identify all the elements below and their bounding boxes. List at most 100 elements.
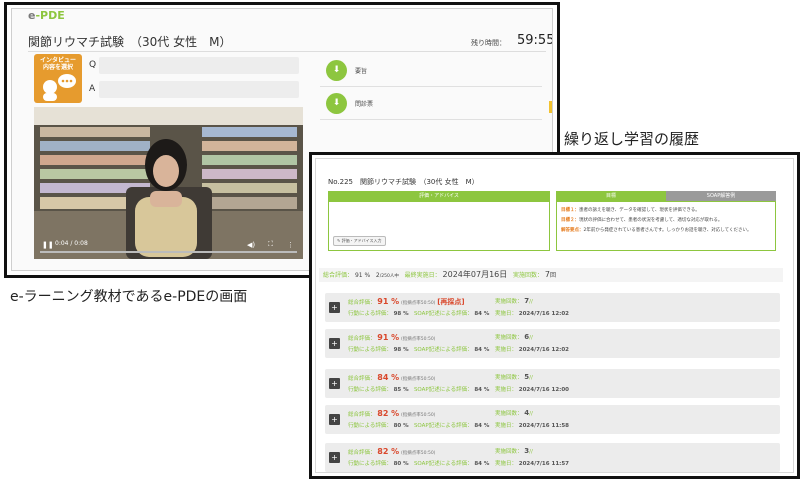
video-time: 0:04 / 0:08 xyxy=(55,240,88,247)
history-row-1: + 総合評価： 91 % (指摘点率50:50) [再採点] 行動による評価： … xyxy=(325,293,780,322)
row-date-value: 2024/7/16 12:02 xyxy=(518,311,569,317)
row-date: 実施日： 2024/7/16 11:57 xyxy=(495,459,569,467)
row-soap-value: 84 % xyxy=(474,387,490,393)
row-total-value: 91 % xyxy=(377,297,400,306)
row-flag: [再採点] xyxy=(437,298,465,306)
answer-field xyxy=(99,81,299,98)
row-action-value: 98 % xyxy=(393,311,409,317)
history-row-4: + 総合評価： 82 % (指摘点率50:50) 行動による評価： 80 % S… xyxy=(325,405,780,434)
expand-icon[interactable]: + xyxy=(329,414,340,425)
row-total-value: 82 % xyxy=(377,409,400,418)
row-date-value: 2024/7/16 11:58 xyxy=(518,423,569,429)
summary-rank-total: /250人中 xyxy=(379,274,399,279)
row-count: 実施回数： 5// xyxy=(495,373,533,381)
file-icon: ⬇ xyxy=(326,93,347,114)
row-soap-label: SOAP記述による評価： xyxy=(413,461,473,467)
divider xyxy=(28,51,546,52)
patient-video[interactable]: ❚❚ 0:04 / 0:08 ◀) ⛶ ⋮ xyxy=(34,107,303,259)
interview-select-button[interactable]: インタビュー 内容を選択 xyxy=(34,54,82,103)
tab-soap[interactable]: SOAP解答例 xyxy=(666,191,776,201)
row-count-suffix: // xyxy=(529,411,533,417)
history-screen: No.225 関節リウマチ試験 （30代 女性 M） 評価・アドバイス ✎ 評価… xyxy=(309,152,800,479)
row-line-2: 行動による評価： 98 % SOAP記述による評価： 84 % xyxy=(348,309,489,317)
a-label: A xyxy=(89,84,96,94)
summary-total-label: 総合評価： xyxy=(323,272,354,279)
file-item-questionnaire[interactable]: ⬇ 問診票 xyxy=(320,88,542,120)
row-soap-label: SOAP記述による評価： xyxy=(413,347,473,353)
interview-button-line2: 内容を選択 xyxy=(42,64,73,71)
row-soap-value: 84 % xyxy=(474,311,490,317)
row-soap-label: SOAP記述による評価： xyxy=(413,311,473,317)
row-count-suffix: // xyxy=(529,449,533,455)
advice-panel: ✎ 評価・アドバイス入力 xyxy=(328,201,550,251)
row-range: (指摘点率50:50) xyxy=(400,451,436,456)
file-label: 要旨 xyxy=(355,68,368,75)
row-count-suffix: // xyxy=(529,299,533,305)
row-total-label: 総合評価： xyxy=(348,376,376,382)
video-progress[interactable] xyxy=(40,251,297,253)
caption-right: 繰り返し学習の履歴 xyxy=(564,130,700,148)
interview-button-line1: インタビュー xyxy=(39,57,76,64)
row-date-label: 実施日： xyxy=(495,461,518,467)
file-icon: ⬇ xyxy=(326,60,347,81)
row-soap-value: 84 % xyxy=(474,347,490,353)
row-soap-label: SOAP記述による評価： xyxy=(413,423,473,429)
row-count-suffix: // xyxy=(529,335,533,341)
row-action-label: 行動による評価： xyxy=(348,347,392,353)
pause-icon[interactable]: ❚❚ xyxy=(42,241,54,249)
row-action-label: 行動による評価： xyxy=(348,311,392,317)
row-date-value: 2024/7/16 12:02 xyxy=(518,347,569,353)
row-date-value: 2024/7/16 12:00 xyxy=(518,387,569,393)
row-date-label: 実施日： xyxy=(495,347,518,353)
row-count: 実施回数： 7// xyxy=(495,297,533,305)
file-item-summary[interactable]: ⬇ 要旨 xyxy=(320,55,542,87)
side-tab[interactable]: ▶ xyxy=(549,101,552,113)
row-total-label: 総合評価： xyxy=(348,336,376,342)
expand-icon[interactable]: + xyxy=(329,302,340,313)
row-date: 実施日： 2024/7/16 12:00 xyxy=(495,385,569,393)
row-date: 実施日： 2024/7/16 12:02 xyxy=(495,309,569,317)
more-icon[interactable]: ⋮ xyxy=(287,241,294,249)
row-line-2: 行動による評価： 98 % SOAP記述による評価： 84 % xyxy=(348,345,489,353)
row-line-2: 行動による評価： 80 % SOAP記述による評価： 84 % xyxy=(348,421,489,429)
row-action-label: 行動による評価： xyxy=(348,461,392,467)
video-frame xyxy=(34,107,303,259)
row-line-2: 行動による評価： 85 % SOAP記述による評価： 84 % xyxy=(348,385,489,393)
expand-icon[interactable]: + xyxy=(329,452,340,463)
caption-left: e-ラーニング教材であるe-PDEの画面 xyxy=(10,289,248,305)
expand-icon[interactable]: + xyxy=(329,378,340,389)
summary-last-date-label: 最終実施日： xyxy=(404,272,441,279)
summary-total-value: 91 % xyxy=(354,272,371,279)
row-date-value: 2024/7/16 11:57 xyxy=(518,461,569,467)
row-line-1: 総合評価： 91 % (指摘点率50:50) xyxy=(348,333,435,342)
summary-count-label: 実施回数： xyxy=(512,272,543,279)
file-label: 問診票 xyxy=(355,101,374,108)
question-field[interactable] xyxy=(99,57,299,74)
row-soap-label: SOAP記述による評価： xyxy=(413,387,473,393)
expand-icon[interactable]: + xyxy=(329,338,340,349)
goal-key: 解答要点：2年前から発症されている患者さんです。しっかりお話を聴き、対応してくだ… xyxy=(561,228,752,233)
advice-edit-button[interactable]: ✎ 評価・アドバイス入力 xyxy=(333,236,386,246)
tab-goal[interactable]: 目標 xyxy=(556,191,666,201)
volume-icon[interactable]: ◀) xyxy=(247,241,255,249)
fullscreen-icon[interactable]: ⛶ xyxy=(268,240,273,249)
epde-logo: e-PDE xyxy=(28,9,65,22)
row-action-value: 85 % xyxy=(393,387,409,393)
row-soap-value: 84 % xyxy=(474,461,490,467)
history-row-2: + 総合評価： 91 % (指摘点率50:50) 行動による評価： 98 % S… xyxy=(325,329,780,358)
speech-bubble-icon xyxy=(43,74,76,101)
row-total-value: 91 % xyxy=(377,333,400,342)
summary-count-unit: 回 xyxy=(550,272,557,279)
row-count-label: 実施回数： xyxy=(495,299,523,305)
row-line-1: 総合評価： 91 % (指摘点率50:50) [再採点] xyxy=(348,297,465,307)
row-soap-value: 84 % xyxy=(474,423,490,429)
advice-edit-label: 評価・アドバイス入力 xyxy=(341,238,382,243)
row-total-label: 総合評価： xyxy=(348,300,376,306)
row-count-suffix: // xyxy=(529,375,533,381)
row-count-label: 実施回数： xyxy=(495,335,523,341)
row-action-label: 行動による評価： xyxy=(348,387,392,393)
row-line-2: 行動による評価： 80 % SOAP記述による評価： 84 % xyxy=(348,459,489,467)
row-date: 実施日： 2024/7/16 12:02 xyxy=(495,345,569,353)
row-range: (指摘点率50:50) xyxy=(400,301,436,306)
row-total-label: 総合評価： xyxy=(348,412,376,418)
